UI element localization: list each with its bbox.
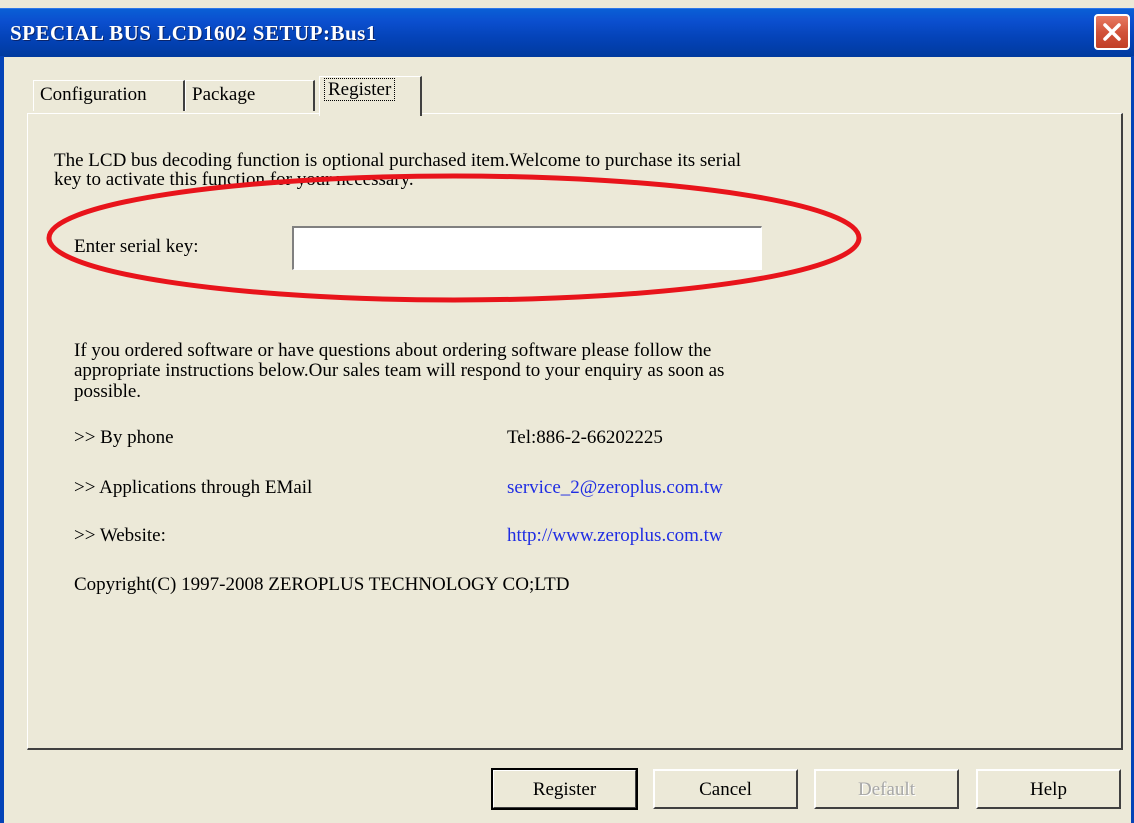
copyright-text: Copyright(C) 1997-2008 ZEROPLUS TECHNOLO…	[74, 574, 570, 595]
tab-label: Register	[324, 78, 396, 101]
tab-package[interactable]: Package	[185, 80, 315, 111]
tab-label: Package	[192, 84, 256, 105]
serial-key-input[interactable]	[292, 226, 762, 270]
email-link[interactable]: service_2@zeroplus.com.tw	[507, 478, 723, 498]
close-icon	[1103, 23, 1121, 41]
register-button[interactable]: Register	[491, 768, 638, 810]
website-label: >> Website:	[74, 525, 166, 546]
title-bar[interactable]: SPECIAL BUS LCD1602 SETUP:Bus1	[0, 8, 1134, 57]
tab-label: Configuration	[40, 84, 147, 105]
dialog-window: SPECIAL BUS LCD1602 SETUP:Bus1 Configura…	[0, 0, 1134, 823]
intro-text-line: key to activate this function for your n…	[54, 169, 414, 190]
website-link[interactable]: http://www.zeroplus.com.tw	[507, 526, 723, 546]
phone-label: >> By phone	[74, 427, 174, 448]
intro-text-line: The LCD bus decoding function is optiona…	[54, 150, 742, 171]
tab-configuration[interactable]: Configuration	[33, 80, 185, 111]
email-label: >> Applications through EMail	[74, 477, 313, 498]
info-text-line: possible.	[74, 381, 142, 402]
cancel-button[interactable]: Cancel	[653, 769, 798, 809]
info-text-line: If you ordered software or have question…	[74, 340, 712, 361]
tab-register[interactable]: Register	[319, 76, 422, 116]
phone-value: Tel:886-2-66202225	[507, 427, 663, 448]
window-border-left	[0, 56, 4, 823]
serial-key-label: Enter serial key:	[74, 236, 199, 257]
window-title: SPECIAL BUS LCD1602 SETUP:Bus1	[10, 21, 377, 45]
default-button[interactable]: Default	[814, 769, 959, 809]
close-button[interactable]	[1094, 14, 1130, 50]
help-button[interactable]: Help	[976, 769, 1121, 809]
info-text-line: appropriate instructions below.Our sales…	[74, 360, 725, 381]
